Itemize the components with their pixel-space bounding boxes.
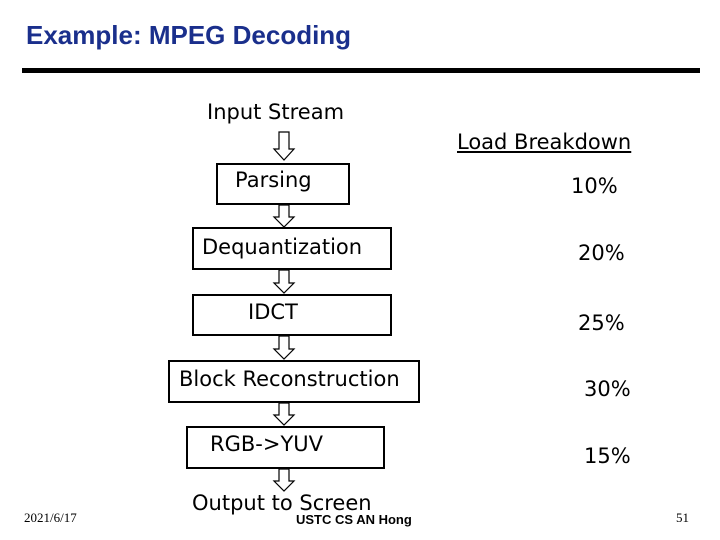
arrow-down-icon bbox=[272, 204, 296, 228]
page-number: 51 bbox=[676, 510, 689, 525]
stage-idct: IDCT bbox=[192, 294, 392, 336]
stage-label: Block Reconstruction bbox=[179, 367, 400, 391]
arrow-down-icon bbox=[272, 269, 296, 294]
stage-rgb-yuv: RGB->YUV bbox=[186, 426, 385, 469]
load-idct: 25% bbox=[578, 311, 625, 335]
load-block-reconstruction: 30% bbox=[584, 377, 631, 401]
stage-label: RGB->YUV bbox=[210, 432, 324, 456]
load-rgb-yuv: 15% bbox=[584, 444, 631, 468]
arrow-down-icon bbox=[272, 131, 296, 161]
arrow-down-icon bbox=[272, 335, 296, 360]
load-breakdown-header: Load Breakdown bbox=[457, 130, 632, 154]
stage-label: IDCT bbox=[248, 300, 298, 324]
input-stream-label: Input Stream bbox=[207, 100, 345, 124]
footer-date: 2021/6/17 bbox=[24, 510, 77, 525]
slide-title: Example: MPEG Decoding bbox=[26, 20, 352, 50]
stage-label: Dequantization bbox=[202, 235, 363, 259]
arrow-down-icon bbox=[272, 402, 296, 426]
stage-dequantization: Dequantization bbox=[192, 227, 392, 270]
stage-label: Parsing bbox=[235, 168, 312, 192]
load-parsing: 10% bbox=[571, 174, 618, 198]
title-divider bbox=[22, 68, 700, 73]
footer-author: USTC CS AN Hong bbox=[296, 512, 412, 527]
load-dequantization: 20% bbox=[578, 241, 625, 265]
stage-block-reconstruction: Block Reconstruction bbox=[168, 360, 420, 403]
arrow-down-icon bbox=[272, 468, 296, 492]
slide: Example: MPEG Decoding Input Stream Load… bbox=[0, 0, 720, 540]
stage-parsing: Parsing bbox=[216, 163, 350, 205]
